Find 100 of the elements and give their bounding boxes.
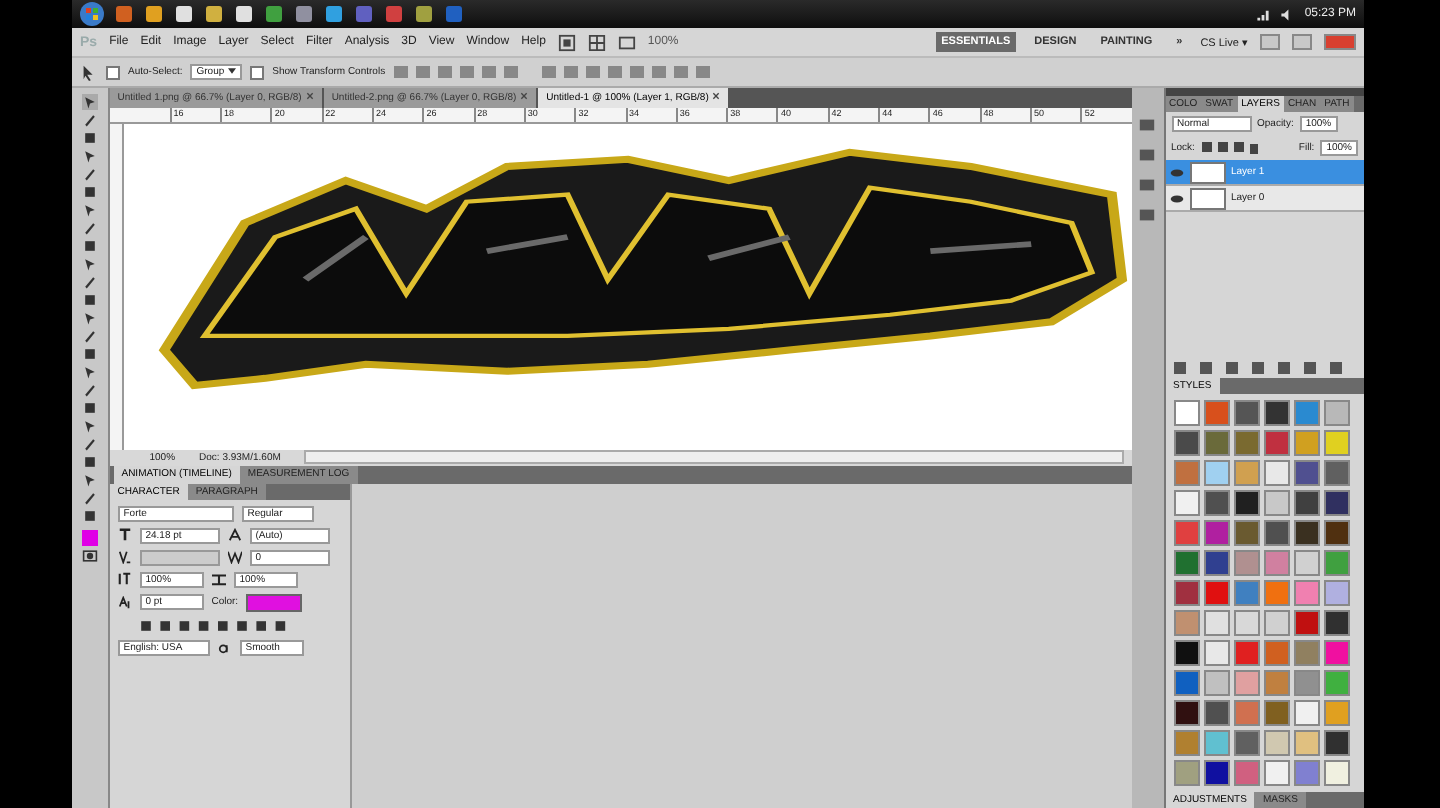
style-swatch[interactable] — [1263, 400, 1289, 426]
style-swatch[interactable] — [1293, 670, 1319, 696]
screen-mode-icon[interactable] — [617, 33, 636, 51]
style-swatch[interactable] — [1203, 520, 1229, 546]
style-swatch[interactable] — [1233, 730, 1259, 756]
close-icon[interactable] — [305, 92, 314, 100]
style-swatch[interactable] — [1203, 490, 1229, 516]
kerning-field[interactable] — [139, 549, 220, 565]
style-swatch[interactable] — [1173, 520, 1199, 546]
style-swatch[interactable] — [1263, 520, 1289, 546]
style-swatch[interactable] — [1173, 550, 1199, 576]
style-swatch[interactable] — [1233, 670, 1259, 696]
style-swatch[interactable] — [1323, 490, 1349, 516]
start-orb-icon[interactable] — [80, 2, 104, 26]
style-swatch[interactable] — [1263, 460, 1289, 486]
style-swatch[interactable] — [1203, 610, 1229, 636]
style-swatch[interactable] — [1263, 700, 1289, 726]
style-swatch[interactable] — [1173, 430, 1199, 456]
style-swatch[interactable] — [1233, 640, 1259, 666]
style-swatch[interactable] — [1173, 400, 1199, 426]
caret-icon[interactable] — [228, 68, 237, 74]
style-swatch[interactable] — [1293, 400, 1319, 426]
style-swatch[interactable] — [1233, 700, 1259, 726]
style-swatch[interactable] — [1263, 640, 1289, 666]
style-swatch[interactable] — [1293, 430, 1319, 456]
lock-icons[interactable] — [1200, 140, 1261, 156]
move-tool-icon[interactable] — [80, 63, 98, 81]
style-swatch[interactable] — [1173, 580, 1199, 606]
style-swatch[interactable] — [1293, 580, 1319, 606]
style-swatch[interactable] — [1173, 730, 1199, 756]
baseline-shift-icon — [117, 595, 132, 609]
style-swatch[interactable] — [1293, 550, 1319, 576]
style-swatch[interactable] — [1263, 490, 1289, 516]
style-swatch[interactable] — [1203, 550, 1229, 576]
style-swatch[interactable] — [1203, 760, 1229, 786]
style-swatch[interactable] — [1323, 610, 1349, 636]
style-swatch[interactable] — [1173, 640, 1199, 666]
network-icon[interactable] — [1256, 7, 1271, 21]
text-color-swatch[interactable] — [246, 593, 303, 611]
style-swatch[interactable] — [1263, 550, 1289, 576]
style-swatch[interactable] — [1263, 670, 1289, 696]
style-swatch[interactable] — [1323, 550, 1349, 576]
style-swatch[interactable] — [1233, 610, 1259, 636]
style-swatch[interactable] — [1233, 460, 1259, 486]
style-swatch[interactable] — [1293, 760, 1319, 786]
style-swatch[interactable] — [1173, 490, 1199, 516]
style-swatch[interactable] — [1203, 460, 1229, 486]
quick-mask-icon[interactable] — [81, 548, 98, 564]
style-swatch[interactable] — [1233, 430, 1259, 456]
style-swatch[interactable] — [1173, 610, 1199, 636]
style-swatch[interactable] — [1323, 700, 1349, 726]
style-swatch[interactable] — [1173, 460, 1199, 486]
style-swatch[interactable] — [1293, 520, 1319, 546]
style-swatch[interactable] — [1263, 760, 1289, 786]
style-swatch[interactable] — [1203, 580, 1229, 606]
style-swatch[interactable] — [1263, 430, 1289, 456]
style-swatch[interactable] — [1323, 730, 1349, 756]
style-swatch[interactable] — [1203, 670, 1229, 696]
style-swatch[interactable] — [1263, 610, 1289, 636]
bridge-icon[interactable] — [557, 33, 576, 51]
style-swatch[interactable] — [1323, 520, 1349, 546]
style-swatch[interactable] — [1323, 580, 1349, 606]
style-swatch[interactable] — [1203, 430, 1229, 456]
style-swatch[interactable] — [1263, 730, 1289, 756]
style-swatch[interactable] — [1323, 460, 1349, 486]
close-icon[interactable] — [520, 92, 529, 100]
style-swatch[interactable] — [1173, 760, 1199, 786]
style-swatch[interactable] — [1203, 400, 1229, 426]
horizontal-scrollbar[interactable] — [304, 450, 1124, 464]
style-swatch[interactable] — [1323, 430, 1349, 456]
style-swatch[interactable] — [1233, 400, 1259, 426]
style-swatch[interactable] — [1293, 640, 1319, 666]
style-swatch[interactable] — [1233, 580, 1259, 606]
style-swatch[interactable] — [1233, 490, 1259, 516]
grid-icon[interactable] — [587, 33, 606, 51]
checkbox[interactable] — [106, 65, 120, 79]
style-swatch[interactable] — [1293, 730, 1319, 756]
style-swatch[interactable] — [1233, 550, 1259, 576]
style-swatch[interactable] — [1173, 700, 1199, 726]
style-swatch[interactable] — [1203, 640, 1229, 666]
foreground-color-swatch[interactable] — [81, 530, 98, 546]
style-swatch[interactable] — [1293, 700, 1319, 726]
style-swatch[interactable] — [1323, 400, 1349, 426]
style-swatch[interactable] — [1293, 610, 1319, 636]
style-swatch[interactable] — [1203, 730, 1229, 756]
close-icon[interactable] — [712, 92, 721, 100]
style-swatch[interactable] — [1263, 580, 1289, 606]
eye-icon[interactable] — [1169, 193, 1183, 203]
style-swatch[interactable] — [1323, 670, 1349, 696]
style-swatch[interactable] — [1323, 760, 1349, 786]
style-swatch[interactable] — [1293, 460, 1319, 486]
style-swatch[interactable] — [1293, 490, 1319, 516]
style-swatch[interactable] — [1173, 670, 1199, 696]
align-icons[interactable] — [393, 62, 714, 82]
style-swatch[interactable] — [1233, 760, 1259, 786]
style-swatch[interactable] — [1233, 520, 1259, 546]
style-swatch[interactable] — [1323, 640, 1349, 666]
tool-icon[interactable] — [81, 94, 98, 110]
style-swatch[interactable] — [1203, 700, 1229, 726]
checkbox[interactable] — [250, 65, 265, 79]
